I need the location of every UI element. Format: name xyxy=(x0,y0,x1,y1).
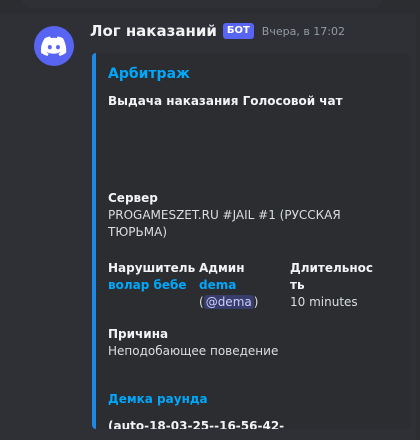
embed-accent-bar xyxy=(92,53,96,429)
bot-avatar[interactable] xyxy=(34,26,74,66)
embed-content: Арбитраж Выдача наказания Голосовой чат … xyxy=(108,63,402,429)
field-admin: Админ dema (@dema) xyxy=(199,260,287,311)
admin-open-paren: ( xyxy=(199,295,204,309)
field-demo-value: (auto-18-03-25--16-56-42- jb_famouz_2_fi… xyxy=(108,419,285,429)
discord-logo-icon xyxy=(41,36,67,56)
message-header: Лог наказаний БОТ Вчера, в 17:02 xyxy=(90,22,345,40)
field-reason-value: Неподобающее поведение xyxy=(108,344,279,358)
field-demo: Демка раунда (auto-18-03-25--16-56-42- j… xyxy=(108,391,398,429)
admin-mention-line: (@dema) xyxy=(199,294,287,311)
field-admin-name: Админ xyxy=(199,261,245,275)
field-demo-name[interactable]: Демка раунда xyxy=(108,391,398,408)
field-server-name: Сервер xyxy=(108,191,158,205)
admin-mention[interactable]: @dema xyxy=(203,295,254,309)
violator-link[interactable]: волар бебе xyxy=(108,277,196,294)
field-duration: Длительнос ть 10 minutes xyxy=(290,260,390,311)
bot-tag: БОТ xyxy=(222,23,254,39)
top-divider xyxy=(0,0,420,14)
username[interactable]: Лог наказаний xyxy=(90,22,217,40)
field-server-value: PROGAMESZET.RU #JAIL #1 (РУССКАЯ ТЮРЬМА) xyxy=(108,208,341,239)
admin-close-paren: ) xyxy=(253,295,259,309)
field-violator: Нарушитель волар бебе xyxy=(108,260,196,294)
timestamp[interactable]: Вчера, в 17:02 xyxy=(262,25,345,38)
field-reason-name: Причина xyxy=(108,327,169,341)
field-duration-value: 10 minutes xyxy=(290,295,358,309)
field-reason: Причина Неподобающее поведение xyxy=(108,326,398,360)
admin-link[interactable]: dema xyxy=(199,277,287,294)
field-violator-name: Нарушитель xyxy=(108,261,196,275)
field-duration-name: Длительнос ть xyxy=(290,261,374,292)
field-server: Сервер PROGAMESZET.RU #JAIL #1 (РУССКАЯ … xyxy=(108,190,398,241)
scrollbar[interactable] xyxy=(416,14,420,440)
embed-description: Выдача наказания Голосовой чат xyxy=(108,94,343,108)
embed: Арбитраж Выдача наказания Голосовой чат … xyxy=(92,53,410,429)
embed-title: Арбитраж xyxy=(108,66,190,82)
